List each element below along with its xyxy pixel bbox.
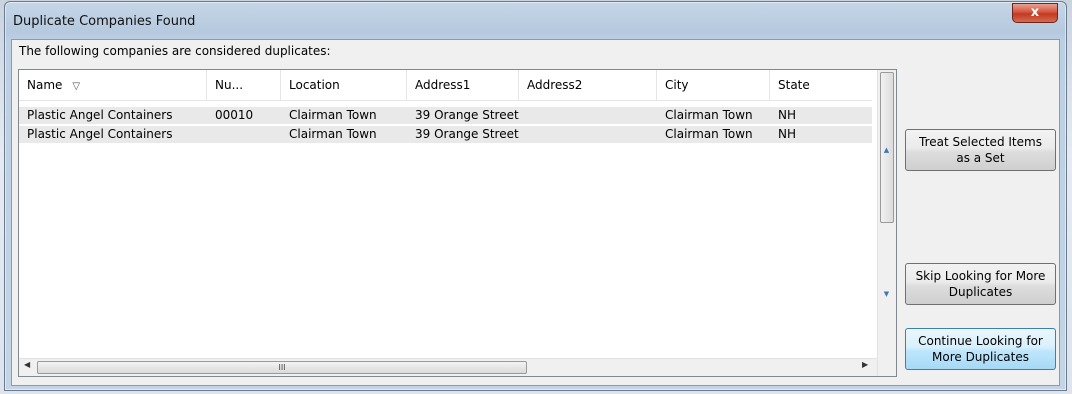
table-row[interactable]: Plastic Angel Containers Clairman Town 3… [19, 126, 872, 143]
sort-indicator-icon: ▽ [72, 81, 81, 92]
column-header-location[interactable]: Location [281, 70, 407, 100]
column-header-address2[interactable]: Address2 [519, 70, 657, 100]
column-header-city[interactable]: City [657, 70, 770, 100]
skip-looking-button[interactable]: Skip Looking for More Duplicates [905, 263, 1056, 305]
button-label: Continue Looking for More Duplicates [918, 334, 1043, 364]
cell-number [207, 126, 215, 143]
cell-address1: 39 Orange Street [415, 108, 519, 122]
column-label: Nu... [215, 78, 244, 92]
scroll-up-icon[interactable]: ▲ [878, 146, 895, 154]
window-title: Duplicate Companies Found [13, 14, 196, 29]
horizontal-scrollbar[interactable]: ◀ III ▶ [19, 358, 877, 376]
cell-city: Clairman Town [665, 108, 753, 122]
description-label: The following companies are considered d… [19, 44, 331, 58]
column-header-name[interactable]: Name ▽ [19, 70, 207, 100]
vertical-scrollbar[interactable]: ▲ ▼ [877, 70, 896, 376]
cell-name: Plastic Angel Containers [27, 127, 173, 141]
table-row[interactable]: Plastic Angel Containers 00010 Clairman … [19, 107, 872, 124]
cell-address1: 39 Orange Street [415, 127, 519, 141]
cell-location: Clairman Town [289, 108, 377, 122]
duplicates-list[interactable]: Name ▽ Nu... Location Address1 Address2 C… [18, 69, 897, 377]
close-icon: x [1030, 5, 1040, 20]
cell-address2 [519, 126, 527, 143]
scroll-right-icon[interactable]: ▶ [862, 360, 868, 369]
scroll-left-icon[interactable]: ◀ [24, 360, 30, 369]
column-label: State [778, 78, 810, 92]
cell-name: Plastic Angel Containers [27, 108, 173, 122]
column-label: Address2 [527, 78, 583, 92]
column-label: City [665, 78, 689, 92]
cell-number: 00010 [215, 108, 254, 122]
column-label: Location [289, 78, 340, 92]
list-header: Name ▽ Nu... Location Address1 Address2 C… [19, 70, 872, 101]
continue-looking-button[interactable]: Continue Looking for More Duplicates [905, 328, 1056, 370]
column-header-state[interactable]: State [770, 70, 872, 100]
scroll-grip-icon: III [278, 363, 286, 372]
title-bar[interactable]: Duplicate Companies Found x [5, 2, 1066, 36]
column-label: Name [27, 78, 63, 92]
column-header-address1[interactable]: Address1 [407, 70, 519, 100]
column-header-number[interactable]: Nu... [207, 70, 281, 100]
treat-as-set-button[interactable]: Treat Selected Items as a Set [905, 129, 1056, 171]
button-label: Treat Selected Items as a Set [919, 135, 1042, 165]
column-label: Address1 [415, 78, 471, 92]
horizontal-scroll-thumb[interactable]: III [37, 361, 527, 374]
cell-state: NH [778, 127, 796, 141]
close-button[interactable]: x [1012, 3, 1058, 23]
cell-address2 [519, 107, 527, 124]
cell-state: NH [778, 108, 796, 122]
cell-location: Clairman Town [289, 127, 377, 141]
button-label: Skip Looking for More Duplicates [915, 269, 1046, 299]
cell-city: Clairman Town [665, 127, 753, 141]
scroll-down-icon[interactable]: ▼ [878, 290, 895, 298]
